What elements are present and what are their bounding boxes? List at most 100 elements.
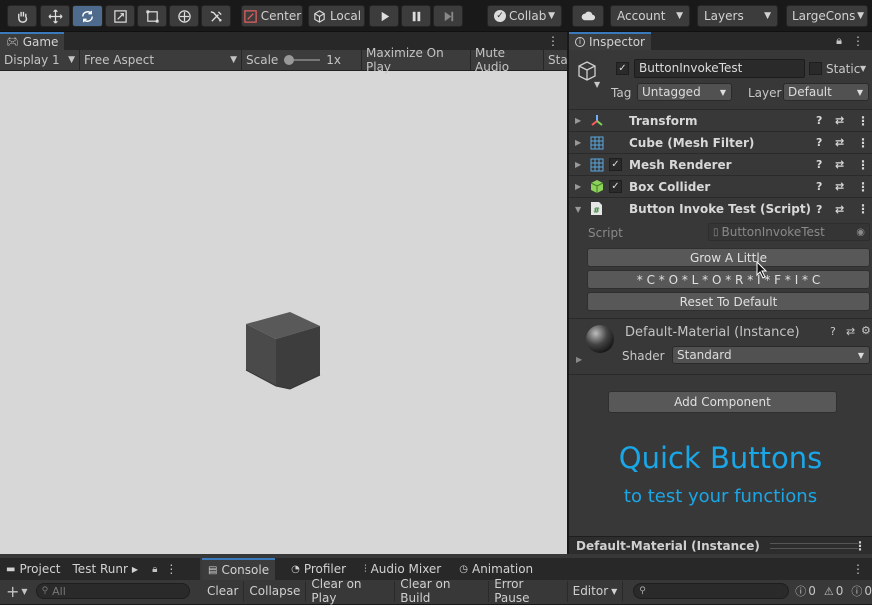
chevron-right-icon[interactable]: ▶ [575,182,581,191]
help-icon[interactable]: ? [830,325,836,338]
component-enabled-checkbox[interactable]: ✓ [609,158,622,171]
slider-handle[interactable] [284,55,295,65]
kebab-menu-icon[interactable]: ⋮ [852,562,864,576]
help-icon[interactable]: ? [816,203,822,216]
component-enabled-checkbox[interactable]: ✓ [609,180,622,193]
grow-a-little-button[interactable]: Grow A Little [587,248,870,267]
kebab-menu-icon[interactable]: ⋮ [857,202,869,216]
kebab-menu-icon[interactable]: ⋮ [852,34,864,48]
move-tool-button[interactable] [40,5,70,27]
layer-dropdown[interactable]: Default ▼ [783,83,869,101]
transform-tool-button[interactable] [169,5,199,27]
reset-to-default-button[interactable]: Reset To Default [587,292,870,311]
plus-icon[interactable]: + [6,582,19,601]
chevron-right-icon[interactable]: ▶ [576,355,582,364]
pivot-local-button[interactable]: Local [308,5,365,27]
preset-icon[interactable]: ⇄ [835,158,844,171]
play-button[interactable] [369,5,399,27]
transform-axis-icon [591,115,603,126]
shader-dropdown[interactable]: Standard ▼ [672,346,870,364]
cloud-button[interactable] [572,5,604,27]
chevron-right-icon[interactable]: ▶ [132,565,138,574]
help-icon[interactable]: ? [816,180,822,193]
component-mesh-filter[interactable]: ▶ Cube (Mesh Filter) ? ⇄ ⋮ [569,132,872,154]
log-counter[interactable]: ⓘ 0 [795,583,816,599]
kebab-menu-icon[interactable]: ⋮ [165,562,177,576]
add-component-button[interactable]: Add Component [608,391,837,413]
clear-on-build-toggle[interactable]: Clear on Build [395,577,490,605]
chevron-down-icon[interactable]: ▼ [575,205,581,214]
kebab-menu-icon[interactable]: ⋮ [857,136,869,150]
chevron-right-icon[interactable]: ▶ [575,160,581,169]
maximize-on-play-toggle[interactable]: Maximize On Play [362,46,471,74]
component-mesh-renderer[interactable]: ▶ ✓ Mesh Renderer ? ⇄ ⋮ [569,154,872,176]
object-name-field[interactable]: ButtonInvokeTest [634,59,805,78]
help-icon[interactable]: ? [816,114,822,127]
kebab-menu-icon[interactable]: ⋮ [857,180,869,194]
kebab-menu-icon[interactable]: ⋮ [857,158,869,172]
kebab-menu-icon[interactable]: ⋮ [854,539,866,553]
tab-project[interactable]: ▬ Project [0,558,67,580]
lock-icon[interactable]: 🔒︎ [836,34,842,48]
aspect-dropdown[interactable]: Free Aspect ▼ [80,49,242,71]
stats-toggle[interactable]: Sta [544,50,567,71]
collab-dropdown[interactable]: ✓ Collab ▼ [487,5,562,27]
clear-on-play-toggle[interactable]: Clear on Play [306,577,396,605]
console-clear-button[interactable]: Clear [202,580,245,602]
rotate-tool-button[interactable] [72,5,103,27]
pivot-center-button[interactable]: Center [241,5,303,27]
preset-icon[interactable]: ⇄ [835,114,844,127]
account-dropdown[interactable]: Account ▼ [610,5,690,27]
tab-test-runner[interactable]: Test Runr ▶ [67,558,145,580]
preset-icon[interactable]: ⇄ [835,180,844,193]
chevron-right-icon[interactable]: ▶ [575,116,581,125]
gear-icon[interactable]: ⚙ [861,324,871,337]
scale-tool-button[interactable] [105,5,135,27]
static-checkbox[interactable] [809,62,822,75]
preset-icon[interactable]: ⇄ [835,136,844,149]
kebab-menu-icon[interactable]: ⋮ [547,34,567,48]
chevron-down-icon[interactable]: ▼ [594,80,600,89]
layers-dropdown[interactable]: Layers ▼ [697,5,778,27]
help-icon[interactable]: ? [816,136,822,149]
preset-icon[interactable]: ⇄ [846,325,855,338]
kebab-menu-icon[interactable]: ⋮ [857,114,869,128]
colorific-button[interactable]: * C * O * L * O * R * I * F * I * C [587,270,870,289]
editor-dropdown[interactable]: Editor ▼ [568,580,624,602]
scale-slider[interactable] [284,55,321,65]
component-box-collider[interactable]: ▶ ✓ Box Collider ? ⇄ ⋮ [569,176,872,198]
error-pause-toggle[interactable]: Error Pause [489,577,568,605]
project-search-input[interactable]: ⚲ All [35,583,190,599]
rect-tool-button[interactable] [137,5,167,27]
component-transform[interactable]: ▶ Transform ? ⇄ ⋮ [569,110,872,132]
step-button[interactable] [433,5,463,27]
lock-icon[interactable]: 🔒︎ [152,564,157,575]
chevron-down-icon[interactable]: ▼ [21,587,27,596]
chevron-right-icon[interactable]: ▶ [575,138,581,147]
help-icon[interactable]: ? [816,158,822,171]
mute-audio-toggle[interactable]: Mute Audio [471,46,544,74]
console-collapse-button[interactable]: Collapse [244,580,307,602]
component-button-invoke-test[interactable]: ▼ # Button Invoke Test (Script) ? ⇄ ⋮ [569,198,872,220]
custom-tool-button[interactable] [201,5,231,27]
scale-value: 1x [326,53,342,67]
tag-dropdown[interactable]: Untagged ▼ [637,83,732,101]
inspector-panel: i Inspector 🔒︎ ⋮ ▼ ✓ ButtonInvokeTest St… [569,32,872,554]
component-name: Cube (Mesh Filter) [629,135,755,150]
tab-game[interactable]: 🎮︎ Game [0,32,65,50]
display-dropdown[interactable]: Display 1 ▼ [0,49,80,71]
chevron-down-icon[interactable]: ▼ [860,64,866,73]
preview-footer[interactable]: Default-Material (Instance) ⋮ [569,536,872,554]
error-counter[interactable]: ⓘ 0 [851,583,872,599]
layout-dropdown[interactable]: LargeCons ▼ [786,5,868,27]
warning-counter[interactable]: ⚠ 0 [824,584,844,598]
promo-title: Quick Buttons [618,441,823,475]
drag-handle[interactable] [769,542,858,549]
pause-button[interactable] [401,5,431,27]
preset-icon[interactable]: ⇄ [835,203,844,216]
tab-console[interactable]: ▤ Console [202,558,276,580]
tab-inspector[interactable]: i Inspector [569,32,651,50]
active-checkbox[interactable]: ✓ [616,62,629,75]
console-search-input[interactable]: ⚲ [633,583,790,599]
hand-tool-button[interactable] [7,5,37,27]
